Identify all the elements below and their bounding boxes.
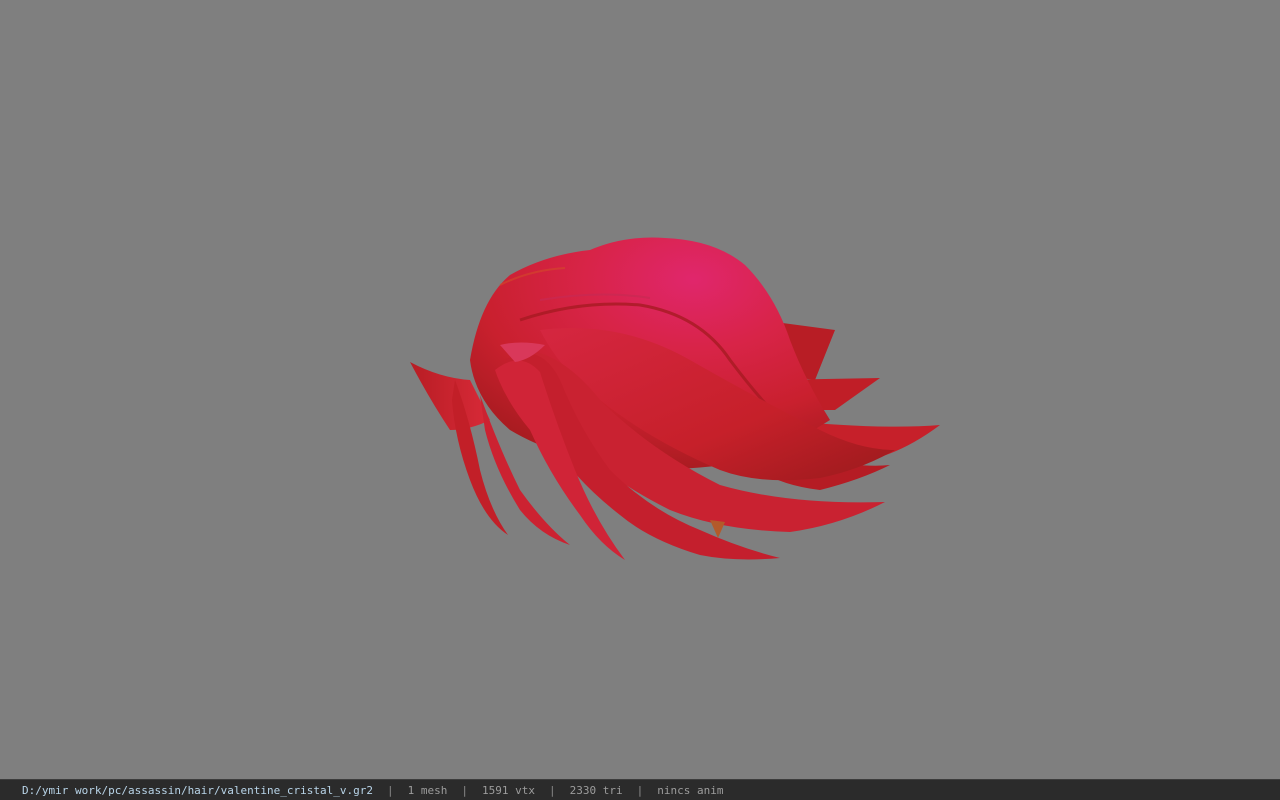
vertex-count: 1591 vtx	[482, 783, 535, 797]
status-bar: D:/ymir work/pc/assassin/hair/valentine_…	[0, 779, 1280, 800]
separator: |	[636, 783, 644, 797]
separator: |	[548, 783, 556, 797]
triangle-count: 2330 tri	[569, 783, 623, 797]
file-path: D:/ymir work/pc/assassin/hair/valentine_…	[22, 783, 373, 797]
3d-viewport[interactable]	[0, 0, 1280, 779]
hair-model-render	[410, 237, 940, 560]
mesh-count: 1 mesh	[407, 783, 448, 797]
hair-strand-under	[710, 520, 725, 538]
separator: |	[387, 783, 394, 797]
separator: |	[461, 783, 468, 797]
animation-status: nincs anim	[657, 783, 724, 797]
